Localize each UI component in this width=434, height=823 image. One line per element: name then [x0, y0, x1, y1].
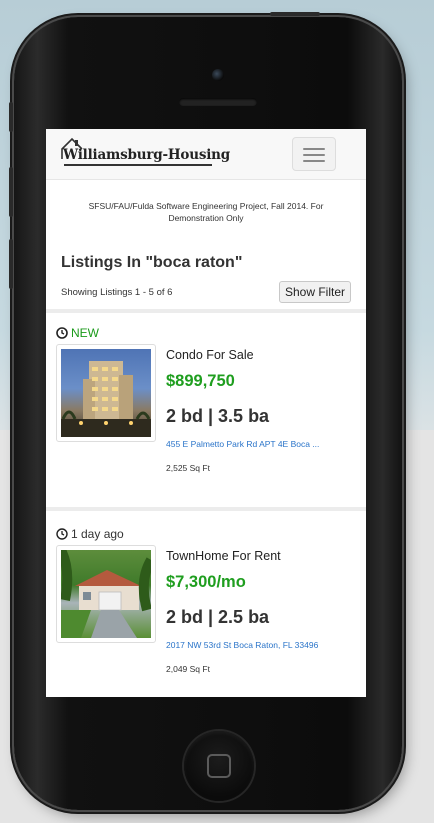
phone-screen: Williamsburg-Housing SFSU/FAU/Fulda Soft…	[46, 129, 366, 697]
listing-address-link[interactable]: 2017 NW 53rd St Boca Raton, FL 33496	[166, 640, 336, 650]
listing-type: Condo For Sale	[166, 348, 254, 362]
listing-age-text: 1 day ago	[71, 527, 124, 541]
condo-building-photo	[61, 361, 151, 437]
listing-price: $899,750	[166, 372, 235, 390]
volume-down-button	[9, 239, 13, 289]
mute-switch	[9, 102, 13, 132]
listing-address-link[interactable]: 455 E Palmetto Park Rd APT 4E Boca ...	[166, 439, 336, 449]
listing-age-text: NEW	[71, 326, 99, 340]
hamburger-menu-icon	[303, 154, 325, 156]
logo-text: Williamsburg-Housing	[63, 147, 231, 163]
listing-sqft: 2,525 Sq Ft	[166, 463, 210, 473]
section-divider	[46, 309, 366, 313]
listing-rooms: 2 bd | 2.5 ba	[166, 607, 270, 627]
listing-rooms: 2 bd | 3.5 ba	[166, 406, 270, 426]
listing-card[interactable]: NEW Condo For Sale $899,750 2 bd | 3.5 b…	[46, 326, 366, 506]
home-button-icon	[207, 754, 231, 778]
listing-sqft: 2,049 Sq Ft	[166, 664, 210, 674]
clock-icon	[56, 327, 68, 339]
listing-price: $7,300/mo	[166, 573, 246, 591]
logo-underline	[64, 164, 212, 166]
navbar: Williamsburg-Housing	[46, 129, 366, 180]
results-count: Showing Listings 1 - 5 of 6	[61, 287, 173, 298]
camera-icon	[212, 69, 224, 81]
power-button	[270, 12, 320, 16]
section-divider	[46, 507, 366, 511]
listing-photo[interactable]	[56, 545, 156, 643]
listing-age: 1 day ago	[56, 527, 124, 541]
speaker-grille	[179, 98, 257, 106]
show-filter-button[interactable]: Show Filter	[279, 281, 351, 303]
clock-icon	[56, 528, 68, 540]
volume-up-button	[9, 167, 13, 217]
hamburger-menu-icon	[303, 148, 325, 150]
hamburger-menu-icon	[303, 160, 325, 162]
navbar-menu-button[interactable]	[292, 137, 336, 171]
listings-title: Listings In "boca raton"	[61, 254, 243, 271]
listing-type: TownHome For Rent	[166, 549, 281, 563]
project-disclaimer: SFSU/FAU/Fulda Software Engineering Proj…	[88, 201, 324, 223]
home-button[interactable]	[184, 731, 254, 801]
listing-photo[interactable]	[56, 344, 156, 442]
site-logo[interactable]: Williamsburg-Housing	[60, 137, 230, 169]
listing-card[interactable]: 1 day ago TownHome For Rent $7,300/mo 2 …	[46, 527, 366, 697]
listing-age: NEW	[56, 326, 99, 340]
townhome-photo	[61, 550, 151, 638]
